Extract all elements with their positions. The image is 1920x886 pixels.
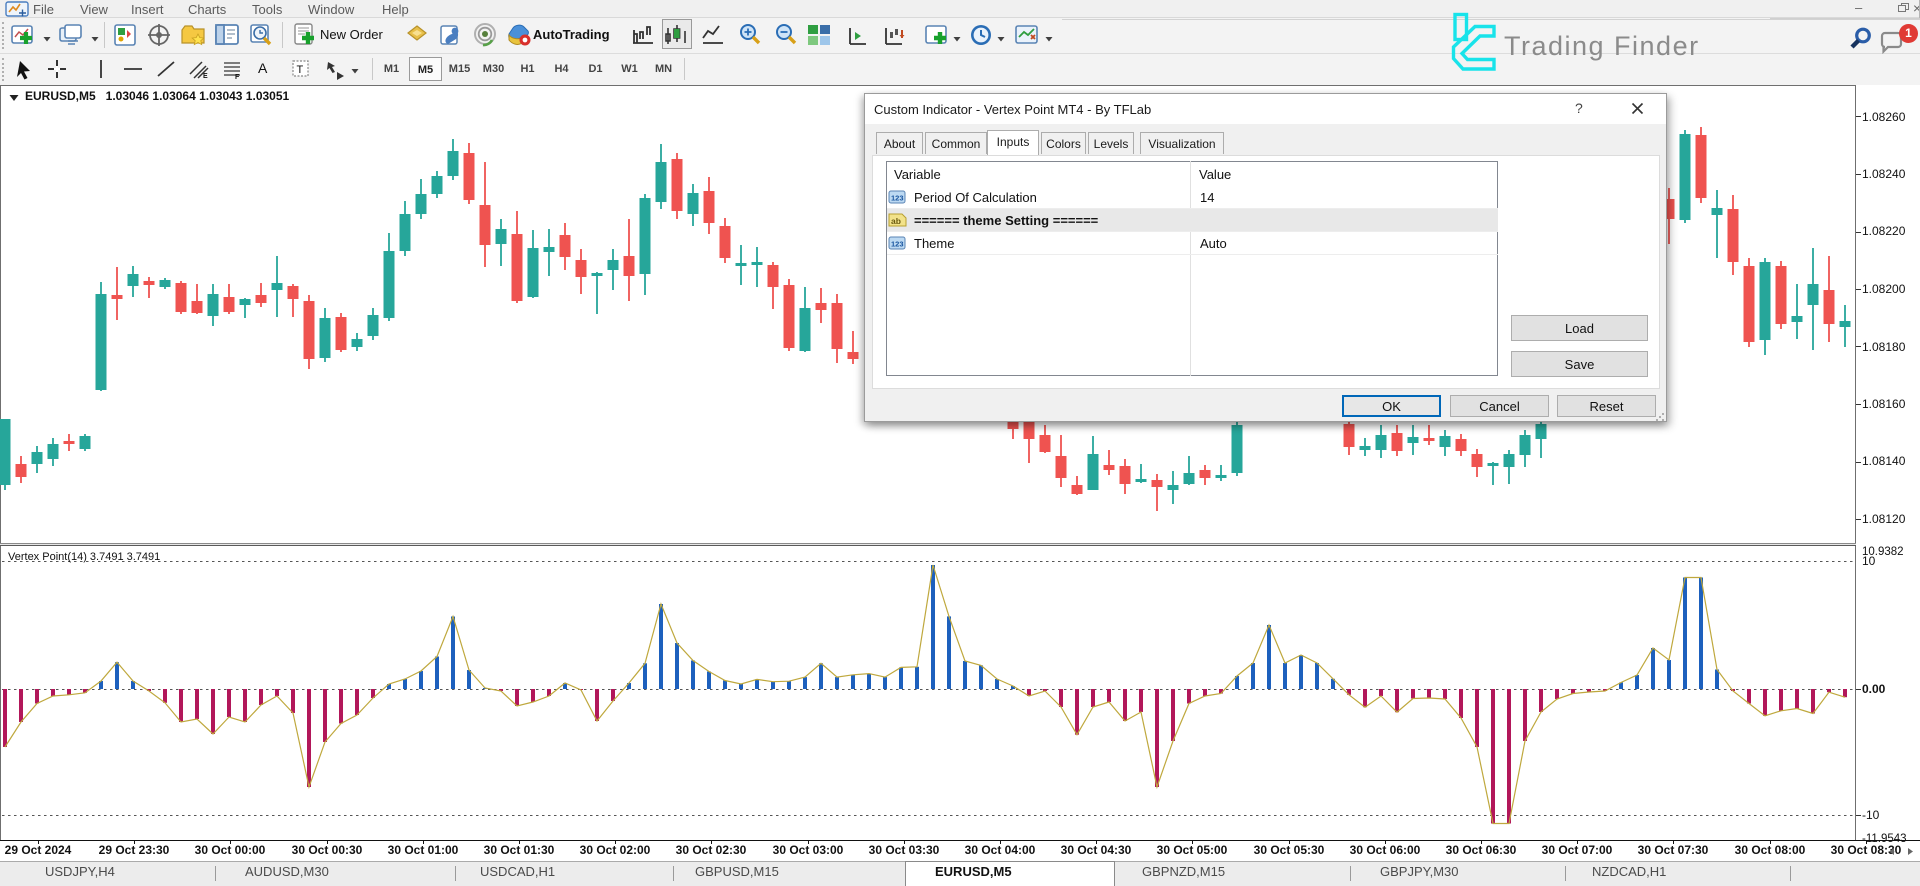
- svg-text:T: T: [297, 64, 304, 76]
- svg-text:F: F: [235, 74, 240, 80]
- svg-text:E: E: [203, 73, 208, 80]
- svg-text:ab: ab: [891, 216, 901, 226]
- svg-text:123: 123: [891, 194, 904, 203]
- svg-text:123: 123: [891, 240, 904, 249]
